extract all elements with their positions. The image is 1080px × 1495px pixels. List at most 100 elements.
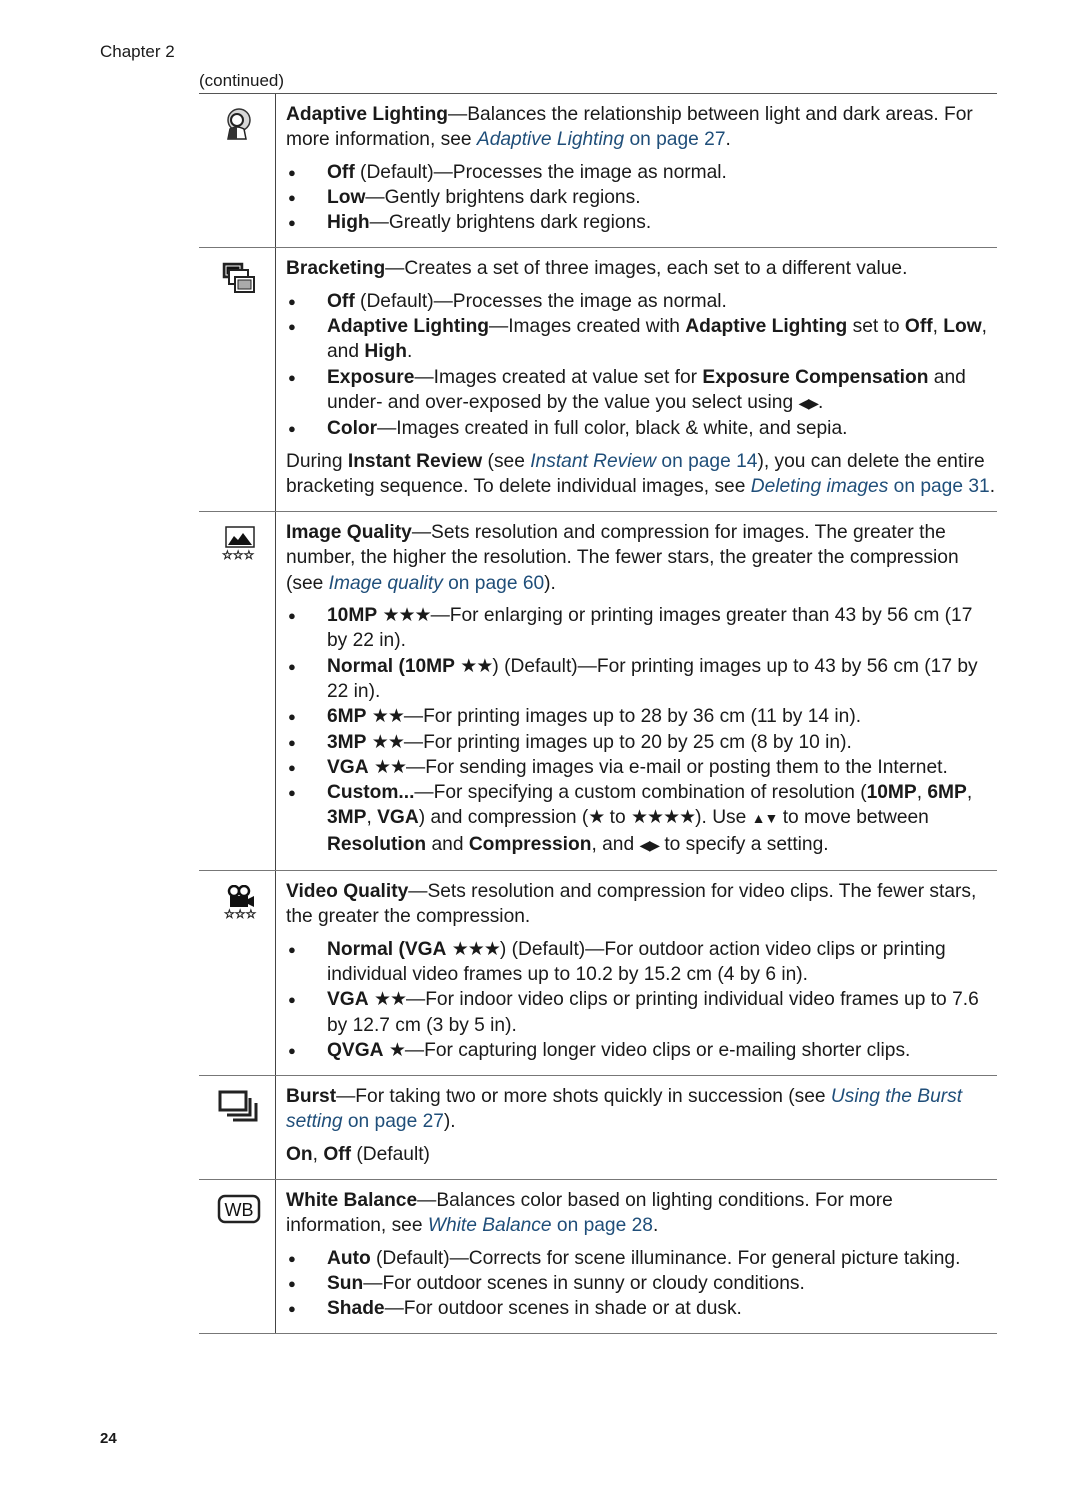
option-term: Low [327,186,366,208]
option-term: Custom... [327,782,415,804]
option-text: —For indoor video clips or printing indi… [327,989,979,1036]
option-term: VGA [377,807,419,829]
option-term: Off [904,316,933,338]
option-text: set to [847,316,905,338]
option-text: (Default)—Corrects for scene illuminance… [370,1247,961,1269]
video-quality-icon: ☆☆☆ [221,885,257,919]
stars-icon: ★★ [460,655,493,677]
white-balance-link[interactable]: White Balance on page 28 [428,1215,653,1236]
option-text: ). Use [695,807,752,829]
text-cell: Burst—For taking two or more shots quick… [276,1076,997,1179]
option-term: Compression [468,833,592,855]
link-page[interactable]: on page 27 [624,129,725,150]
option-term: Auto [327,1247,371,1269]
text-cell: White Balance—Balances color based on li… [276,1180,997,1333]
option-separator: , [312,1143,324,1165]
stars-icon: ★★ [373,756,407,778]
stars-icon: ★★ [371,706,405,728]
burst-icon [218,1090,260,1122]
link-page[interactable]: on page 60 [443,573,544,594]
note-term: Instant Review [347,450,483,472]
option-text: , [966,782,973,804]
instant-review-link[interactable]: Instant Review on page 14 [530,451,757,472]
option-text: . [407,341,413,363]
link-page[interactable]: on page 14 [656,451,757,472]
setting-description: Bracketing—Creates a set of three images… [286,256,997,281]
stars-icon: ★★ [373,989,407,1011]
star-icon: ★ [588,807,605,829]
left-right-arrows-icon: ◀▶ [798,394,819,411]
link-title[interactable]: White Balance [428,1215,552,1236]
option-list: Auto (Default)—Corrects for scene illumi… [286,1246,997,1322]
table-row-white-balance: WB White Balance—Balances color based on… [199,1179,997,1335]
star-icon: ★ [388,1039,406,1061]
icon-cell [199,1076,276,1179]
link-page[interactable]: on page 31 [888,476,990,497]
option-term: Sun [327,1272,364,1294]
setting-title: Bracketing [286,258,386,280]
setting-title: White Balance [286,1189,418,1211]
image-quality-icon: ☆☆☆ [221,526,257,560]
table-row-burst: Burst—For taking two or more shots quick… [199,1076,997,1180]
option-text: —Images created in full color, black & w… [377,418,848,440]
option-text: to specify a setting. [659,833,829,855]
link-title[interactable]: Deleting images [751,476,889,497]
continued-label: (continued) [199,71,285,90]
link-page[interactable]: on page 28 [552,1215,653,1236]
svg-text:☆☆☆: ☆☆☆ [222,548,254,560]
option-text: —Gently brightens dark regions. [365,186,641,208]
left-right-arrows-icon: ◀▶ [639,836,660,853]
option-text: —For printing images up to 28 by 36 cm (… [403,706,862,728]
list-item: VGA ★★—For sending images via e-mail or … [286,755,997,781]
option-text: (Default)—Processes the image as normal. [354,161,727,183]
list-item: Off (Default)—Processes the image as nor… [286,160,997,186]
link-title[interactable]: Image quality [329,573,443,594]
option-term: Shade [327,1298,385,1320]
bracketing-note: During Instant Review (see Instant Revie… [286,449,997,500]
option-text: , and [591,833,640,855]
text-cell: Video Quality—Sets resolution and compre… [276,871,997,1075]
adaptive-lighting-link[interactable]: Adaptive Lighting on page 27 [477,129,726,150]
burst-options: On, Off (Default) [286,1142,997,1167]
option-list: Off (Default)—Processes the image as nor… [286,160,997,236]
list-item: 10MP ★★★—For enlarging or printing image… [286,603,997,654]
option-term: 6MP [927,782,967,804]
up-down-arrows-icon: ▲▼ [751,810,779,827]
deleting-images-link[interactable]: Deleting images on page 31 [751,476,990,497]
table-row-adaptive-lighting: Adaptive Lighting—Balances the relations… [199,94,997,249]
stars-icon: ★★★★ [631,807,696,829]
option-text: ) and compression ( [418,807,589,829]
page-number: 24 [100,1430,117,1447]
option-text: to move between [777,807,929,829]
option-list: Off (Default)—Processes the image as nor… [286,289,997,442]
note-text: (see [482,450,531,472]
link-title[interactable]: Adaptive Lighting [477,129,624,150]
white-balance-icon: WB [217,1194,261,1224]
link-title[interactable]: Instant Review [530,451,656,472]
option-term: Normal (VGA [327,938,447,960]
option-text: —For sending images via e-mail or postin… [406,756,948,778]
list-item: Color—Images created in full color, blac… [286,416,997,442]
list-item: Normal (VGA ★★★) (Default)—For outdoor a… [286,937,997,988]
option-term: High [327,212,370,234]
option-term: VGA [327,989,369,1011]
option-term: Normal (10MP [327,655,455,677]
option-term: Resolution [327,833,427,855]
image-quality-link[interactable]: Image quality on page 60 [329,573,545,594]
note-text: . [989,475,996,497]
option-list: Normal (VGA ★★★) (Default)—For outdoor a… [286,937,997,1064]
option-text: , [932,316,944,338]
adaptive-lighting-icon [225,108,253,140]
list-item: Off (Default)—Processes the image as nor… [286,289,997,315]
setting-description: Video Quality—Sets resolution and compre… [286,879,997,930]
icon-cell: ☆☆☆ [199,512,276,871]
option-term: Adaptive Lighting [327,316,490,338]
option-term: High [364,341,407,363]
setting-description: White Balance—Balances color based on li… [286,1188,997,1239]
desc-text: —Creates a set of three images, each set… [385,258,908,280]
note-text: During [286,450,348,472]
link-page[interactable]: on page 27 [343,1111,444,1132]
list-item: High—Greatly brightens dark regions. [286,210,997,236]
option-text: and [426,833,469,855]
list-item: Shade—For outdoor scenes in shade or at … [286,1296,997,1322]
